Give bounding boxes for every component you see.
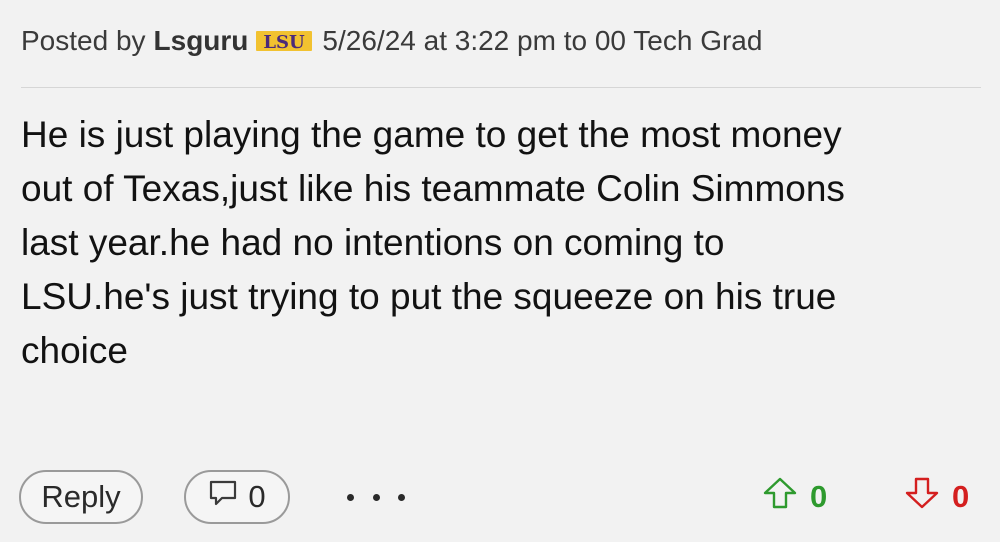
posted-by-label: Posted by	[21, 25, 146, 56]
comment-count: 0	[248, 479, 266, 514]
team-logo-text: LSU	[264, 32, 306, 53]
post-timestamp: 5/26/24 at 3:22 pm	[322, 25, 556, 56]
arrow-up-icon	[762, 476, 810, 518]
author-username[interactable]: Lsguru	[154, 25, 249, 57]
lsu-logo-icon: LSU	[256, 28, 313, 54]
post-actions-bar: Reply 0 0 0	[0, 468, 1000, 528]
post-body-line: LSU.he's just trying to put the squeeze …	[21, 276, 837, 317]
post-header: Posted by Lsguru LSU 5/26/24 at 3:22 pm …	[21, 20, 762, 62]
ellipsis-icon-dot	[347, 493, 354, 501]
post-body: He is just playing the game to get the m…	[21, 108, 986, 378]
forum-post: Posted by Lsguru LSU 5/26/24 at 3:22 pm …	[0, 0, 1000, 542]
post-body-line: He is just playing the game to get the m…	[21, 114, 842, 155]
reply-button[interactable]: Reply	[19, 470, 143, 524]
ellipsis-icon-dot	[372, 493, 380, 501]
downvote-button[interactable]: 0	[904, 476, 969, 518]
ellipsis-icon-dot	[398, 493, 405, 501]
reply-button-label: Reply	[41, 479, 121, 514]
post-body-line: last year.he had no intentions on coming…	[21, 222, 725, 263]
downvote-count: 0	[952, 479, 970, 514]
comments-button[interactable]: 0	[184, 470, 290, 524]
to-label: to	[563, 25, 588, 56]
arrow-down-icon	[904, 476, 952, 518]
post-body-line: out of Texas,just like his teammate Coli…	[21, 168, 845, 209]
more-options-button[interactable]	[347, 482, 405, 512]
upvote-count: 0	[810, 479, 828, 514]
header-divider	[21, 87, 981, 88]
reply-to-username[interactable]: 00 Tech Grad	[595, 25, 763, 56]
speech-bubble-icon	[208, 479, 248, 515]
post-body-line: choice	[21, 330, 128, 371]
upvote-button[interactable]: 0	[762, 476, 827, 518]
